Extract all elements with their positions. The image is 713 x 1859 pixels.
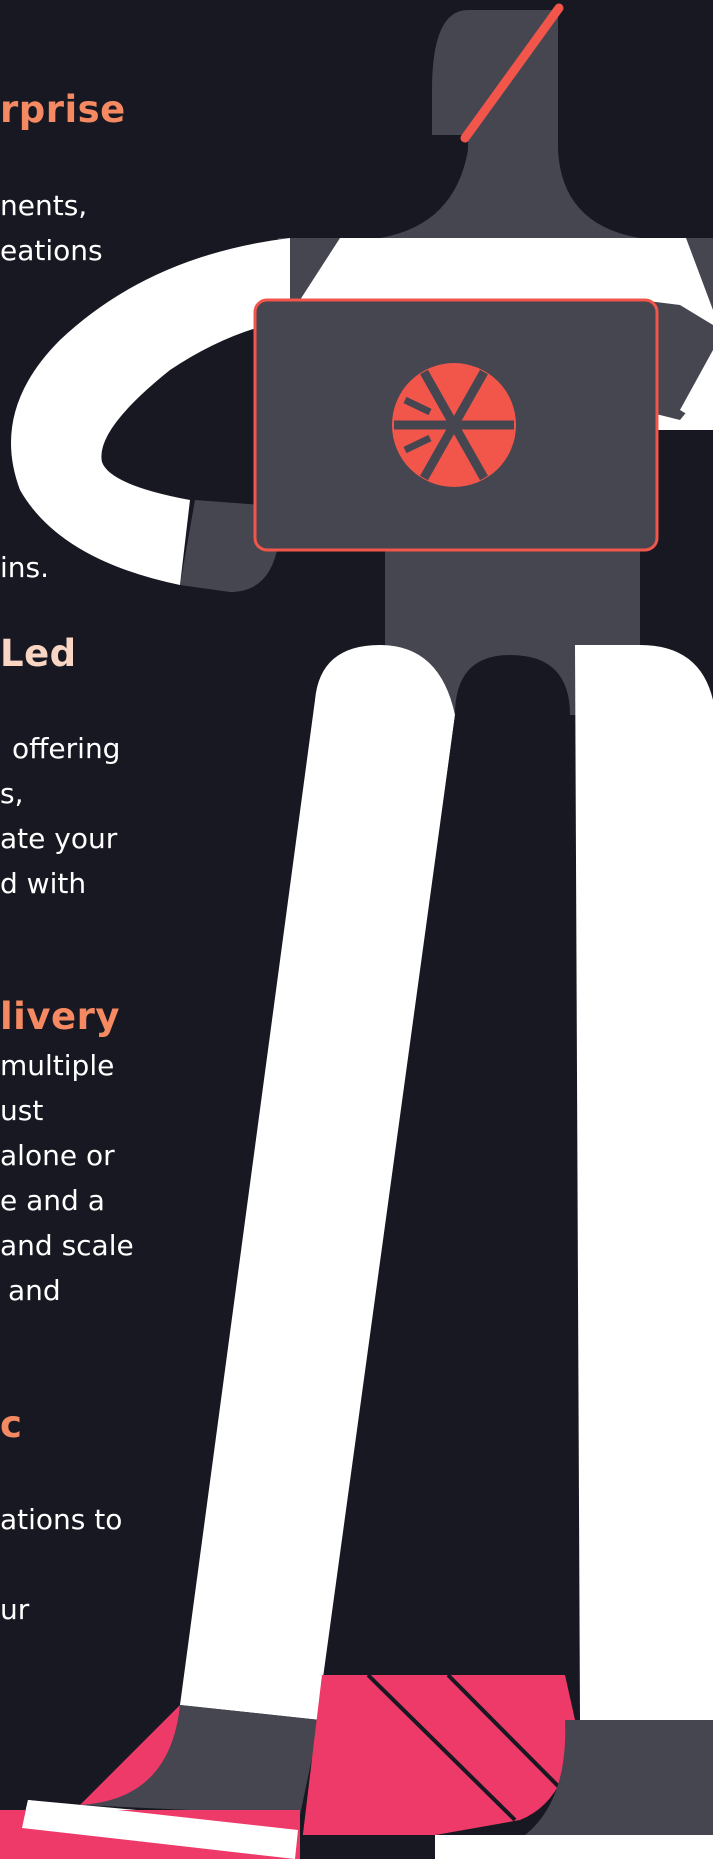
text-line: multiple [0,1049,115,1082]
heading-enterprise: rprise [0,88,126,131]
text-line: alone or [0,1139,115,1172]
text-line [0,1542,122,1587]
snowflake-logo-icon [392,363,516,487]
text-line: ins. [0,551,50,584]
text-line: ur [0,1593,30,1626]
text-line: s, [0,777,24,810]
text-line: ate your [0,822,118,855]
text-line: offering [12,732,121,765]
text-line: and [8,1274,61,1307]
text-line: e and a [0,1184,105,1217]
text-line: d with [0,867,87,900]
text-line: and scale [0,1229,134,1262]
text-line: eations [0,234,103,267]
paragraph-enterprise: nents, eations [0,183,103,273]
text-line: nents, [0,189,88,222]
heading-delivery: livery [0,995,120,1038]
paragraph-delivery: multiple ust alone or e and a and scale … [0,1043,134,1313]
text-line: ust [0,1094,44,1127]
paragraph-agnostic: ations to ur [0,1497,122,1632]
paragraph-plugins: ins. [0,545,49,590]
floor-dark [300,1835,435,1859]
paragraph-led: offering s, ate your d with [0,726,120,906]
text-line: ations to [0,1503,123,1536]
heading-agnostic: c [0,1403,23,1446]
right-leg [575,645,713,1720]
heading-led: Led [0,632,77,675]
floor-white [435,1835,713,1859]
feature-text-column: rprise nents, eations ins. Led offering … [0,0,260,1859]
